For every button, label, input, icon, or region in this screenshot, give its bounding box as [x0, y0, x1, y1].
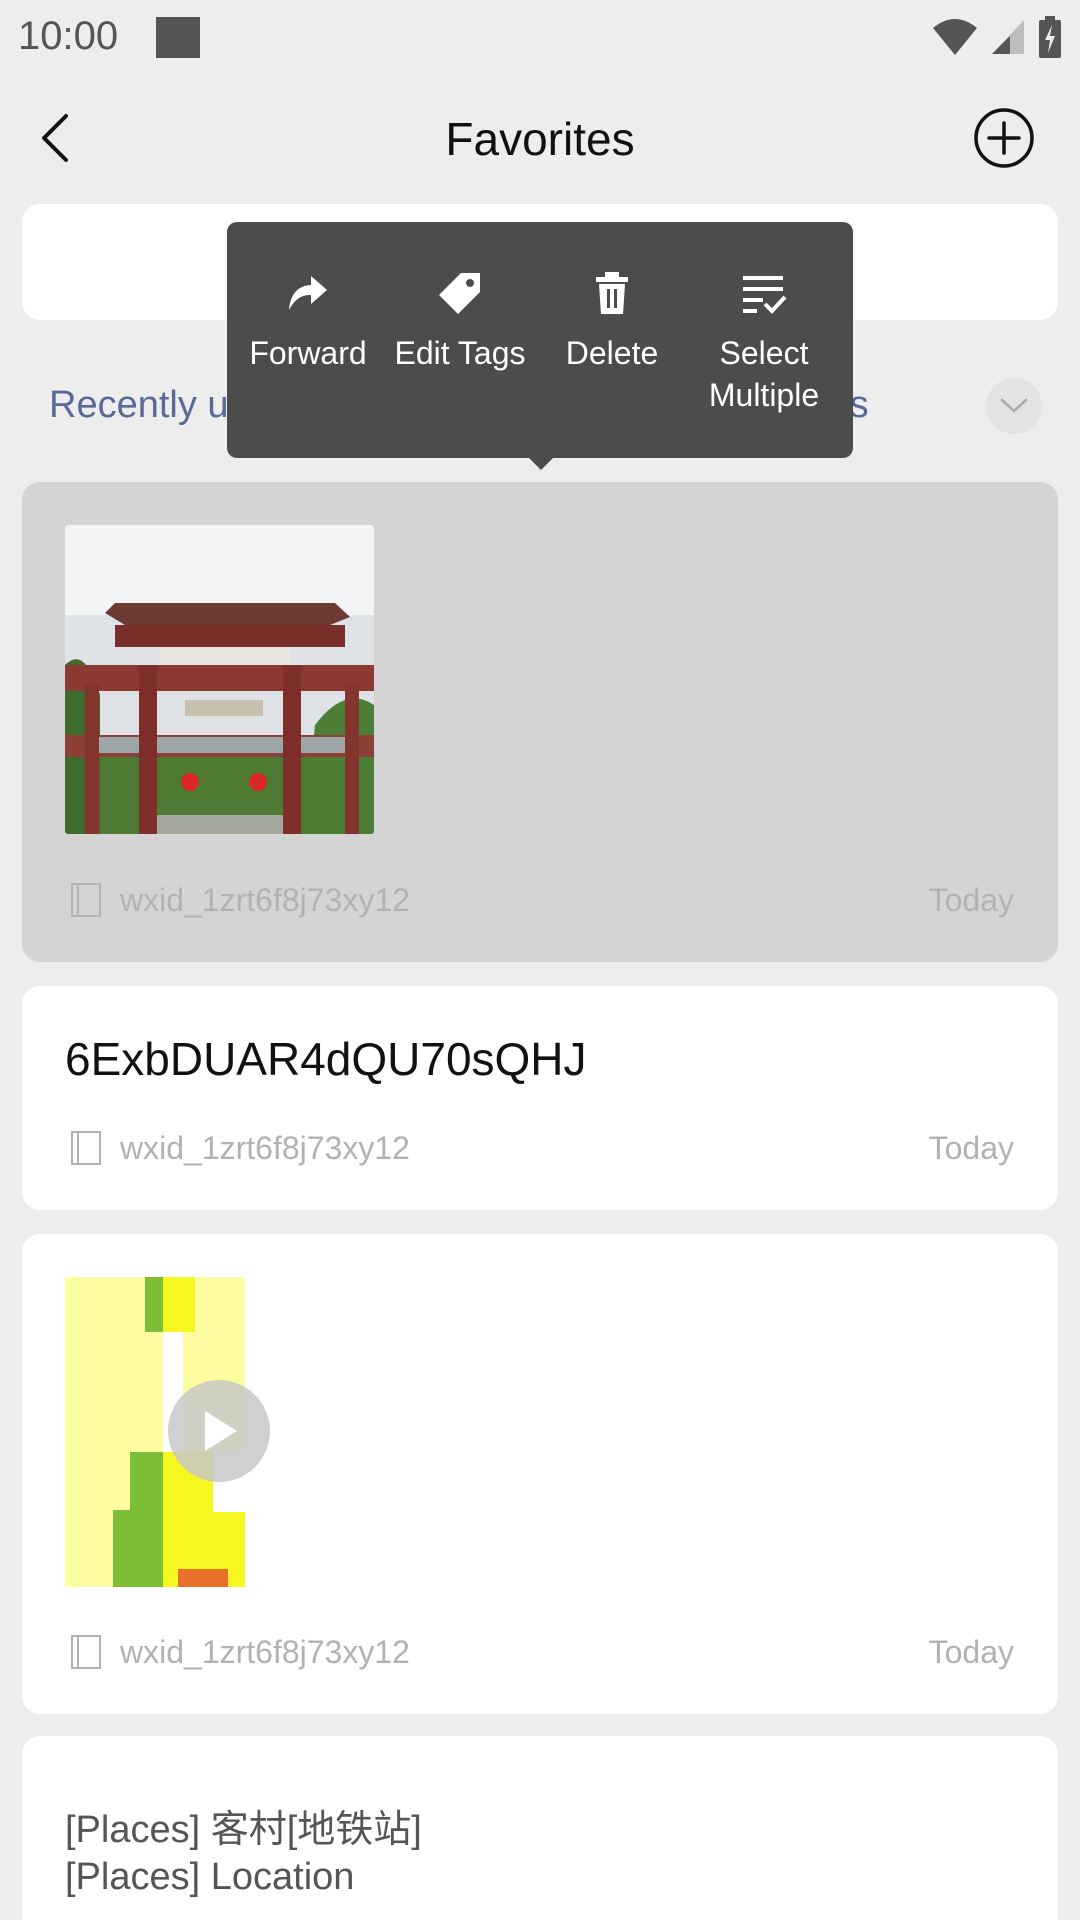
forward-icon	[289, 276, 327, 310]
add-circle-icon	[974, 108, 1034, 168]
source-book-icon	[71, 1635, 101, 1669]
status-time: 10:00	[18, 14, 119, 58]
menu-forward-label: Forward	[249, 335, 367, 371]
trash-icon	[596, 272, 628, 314]
source-name: wxid_1zrt6f8j73xy12	[120, 881, 410, 918]
card-date: Today	[928, 881, 1014, 918]
status-icons	[932, 14, 1062, 60]
notification-icon	[156, 17, 200, 58]
card-meta: wxid_1zrt6f8j73xy12 Today	[70, 1126, 1014, 1170]
source-book-icon	[71, 883, 101, 917]
source-name: wxid_1zrt6f8j73xy12	[120, 1633, 410, 1670]
menu-edit-tags-label: Edit Tags	[394, 335, 526, 371]
chevron-down-icon	[1000, 398, 1028, 413]
cell-signal-icon	[992, 20, 1024, 54]
play-icon	[205, 1411, 237, 1451]
favorite-card-places[interactable]: [Places] 客村[地铁站] [Places] Location	[22, 1736, 1058, 1920]
header: Favorites	[0, 74, 1080, 204]
menu-delete[interactable]: Delete	[537, 222, 687, 458]
menu-forward[interactable]: Forward	[233, 222, 383, 458]
add-button[interactable]	[972, 106, 1036, 170]
favorite-card-video[interactable]: wxid_1zrt6f8j73xy12 Today	[22, 1234, 1058, 1714]
popup-arrow	[527, 456, 555, 470]
text-content: 6ExbDUAR4dQU70sQHJ	[65, 1033, 587, 1085]
select-multiple-icon	[743, 276, 787, 314]
card-meta: wxid_1zrt6f8j73xy12 Today	[70, 1630, 1014, 1674]
battery-icon	[1039, 16, 1061, 58]
card-meta: wxid_1zrt6f8j73xy12 Today	[70, 878, 1014, 922]
photo-thumbnail	[65, 525, 374, 834]
play-button[interactable]	[168, 1380, 270, 1482]
card-date: Today	[928, 1633, 1014, 1670]
tag-icon	[439, 273, 480, 314]
card-date: Today	[928, 1129, 1014, 1166]
archway-photo	[65, 525, 374, 834]
source-name: wxid_1zrt6f8j73xy12	[120, 1129, 410, 1166]
context-menu: Forward Edit Tags Delete Select Multiple	[227, 222, 853, 458]
places-location: [Places] Location	[65, 1856, 355, 1898]
favorite-card-image[interactable]: wxid_1zrt6f8j73xy12 Today	[22, 482, 1058, 962]
menu-delete-label: Delete	[565, 335, 659, 371]
menu-select-multiple[interactable]: Select Multiple	[689, 222, 839, 458]
wifi-icon	[933, 19, 977, 55]
status-bar: 10:00	[0, 0, 1080, 74]
expand-tags-button[interactable]	[986, 378, 1042, 434]
tag-recently-used[interactable]: Recently us	[49, 384, 248, 427]
places-name: [Places] 客村[地铁站]	[65, 1809, 422, 1851]
favorite-card-text[interactable]: 6ExbDUAR4dQU70sQHJ wxid_1zrt6f8j73xy12 T…	[22, 986, 1058, 1210]
menu-edit-tags[interactable]: Edit Tags	[385, 222, 535, 458]
menu-select-multiple-label: Select Multiple	[708, 335, 820, 413]
page-title: Favorites	[445, 113, 635, 165]
source-book-icon	[71, 1131, 101, 1165]
